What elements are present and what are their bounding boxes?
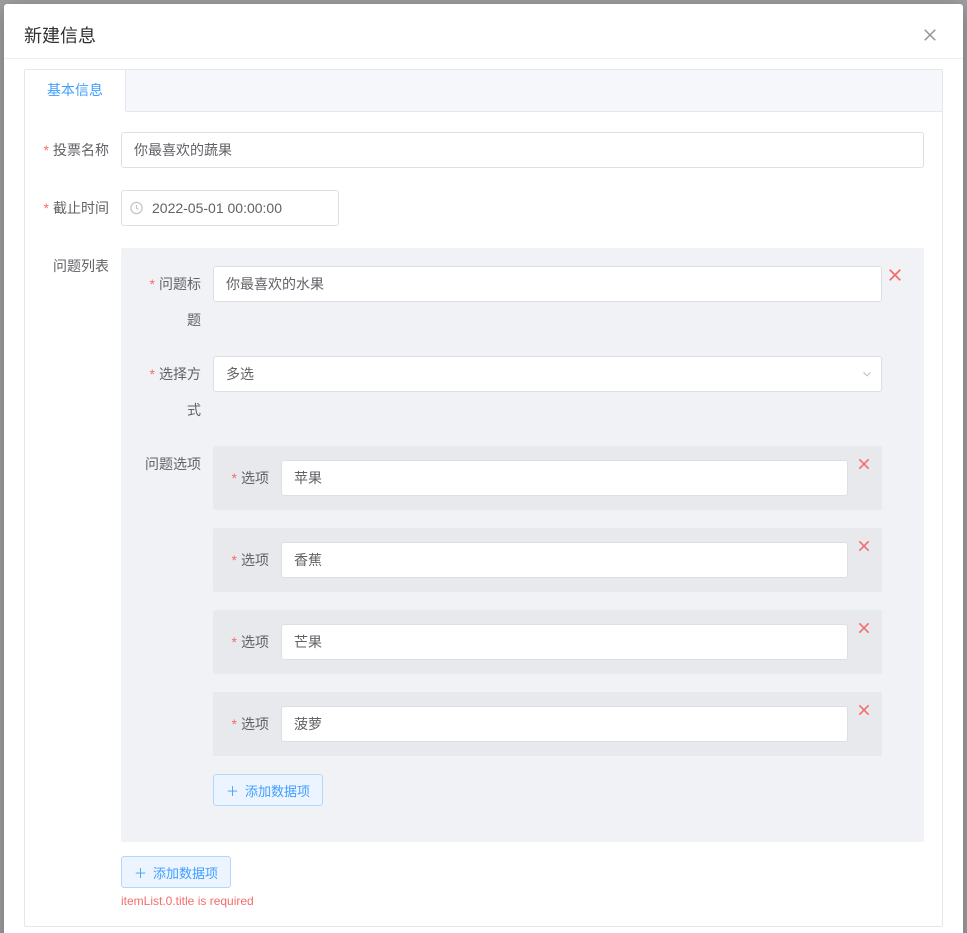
row-deadline: 截止时间 [43,190,924,226]
delete-option-icon[interactable] [856,538,872,554]
option-item: 选项 [213,610,882,674]
label-options: 问题选项 [139,446,213,482]
delete-option-icon[interactable] [856,620,872,636]
tab-content: 投票名称 截止时间 [25,112,942,926]
delete-option-icon[interactable] [856,456,872,472]
dialog-body: 基本信息 投票名称 截止时间 [4,58,963,933]
select-mode-input[interactable] [213,356,882,392]
option-item: 选项 [213,692,882,756]
tabs-nav: 基本信息 [25,70,942,112]
plus-icon: ＋ [226,781,239,800]
option-input-3[interactable] [281,706,848,742]
modal-backdrop: 新建信息 基本信息 投票名称 截止时间 [0,0,967,933]
label-option: 选项 [227,542,281,578]
chevron-down-icon [860,367,874,381]
label-question-title: 问题标题 [139,266,213,338]
row-vote-name: 投票名称 [43,132,924,168]
option-item: 选项 [213,446,882,510]
deadline-input[interactable] [121,190,339,226]
add-question-button[interactable]: ＋ 添加数据项 [121,856,231,888]
dialog-title: 新建信息 [24,22,96,48]
option-item: 选项 [213,528,882,592]
label-option: 选项 [227,460,281,496]
add-option-label: 添加数据项 [245,781,310,800]
question-block: 问题标题 选择方式 [121,248,924,842]
vote-name-input[interactable] [121,132,924,168]
close-icon[interactable] [917,22,943,48]
row-select-mode: 选择方式 [139,356,882,428]
option-input-2[interactable] [281,624,848,660]
label-deadline: 截止时间 [43,190,121,226]
label-questions: 问题列表 [43,248,121,284]
label-select-mode: 选择方式 [139,356,213,428]
option-input-0[interactable] [281,460,848,496]
delete-question-icon[interactable] [886,266,904,284]
plus-icon: ＋ [134,863,147,882]
tab-basic-label: 基本信息 [47,80,103,100]
add-question-label: 添加数据项 [153,863,218,882]
label-option: 选项 [227,706,281,742]
clock-icon [129,201,144,216]
add-option-button[interactable]: ＋ 添加数据项 [213,774,323,806]
row-options: 问题选项 选项 [139,446,882,806]
tab-basic[interactable]: 基本信息 [25,70,126,112]
label-vote-name: 投票名称 [43,132,121,168]
delete-option-icon[interactable] [856,702,872,718]
question-title-input[interactable] [213,266,882,302]
row-questions: 问题列表 问题标题 [43,248,924,908]
dialog: 新建信息 基本信息 投票名称 截止时间 [4,4,963,933]
option-input-1[interactable] [281,542,848,578]
error-message: itemList.0.title is required [121,894,924,908]
dialog-header: 新建信息 [4,4,963,58]
label-option: 选项 [227,624,281,660]
tabs: 基本信息 投票名称 截止时间 [24,69,943,927]
row-question-title: 问题标题 [139,266,882,338]
